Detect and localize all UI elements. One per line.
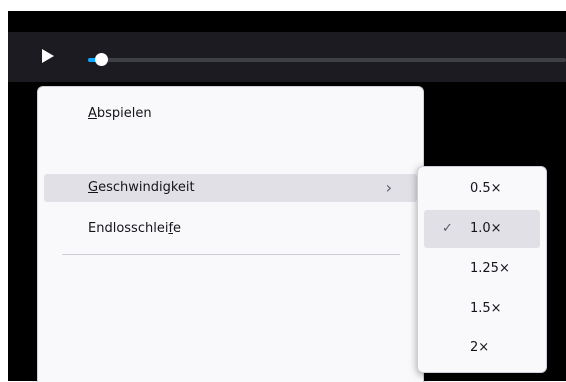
- speed-submenu: 0.5× ✓ 1.0× 1.25× 1.5× 2×: [417, 166, 547, 373]
- menu-item-label: Endlosschleife: [88, 221, 182, 236]
- video-controls-bar: [8, 32, 566, 82]
- menu-separator: [62, 254, 400, 255]
- speed-option-label: 1.0×: [470, 221, 502, 236]
- speed-option-0-5[interactable]: 0.5×: [424, 170, 540, 208]
- chevron-right-icon: ›: [385, 178, 392, 197]
- play-icon[interactable]: [42, 49, 54, 63]
- speed-option-label: 0.5×: [470, 181, 502, 196]
- seek-track[interactable]: [88, 58, 566, 62]
- seek-thumb[interactable]: [95, 53, 108, 66]
- speed-option-1-25[interactable]: 1.25×: [424, 250, 540, 288]
- speed-option-label: 1.25×: [470, 261, 510, 276]
- speed-option-label: 2×: [470, 340, 490, 355]
- context-menu: Abspielen Geschwindigkeit › Endlosschlei…: [37, 86, 424, 382]
- menu-item-abspielen[interactable]: Abspielen: [44, 100, 417, 128]
- speed-option-label: 1.5×: [470, 301, 502, 316]
- menu-item-geschwindigkeit[interactable]: Geschwindigkeit ›: [44, 174, 417, 202]
- menu-item-label: Abspielen: [88, 106, 152, 121]
- menu-item-label: Geschwindigkeit: [88, 180, 195, 195]
- speed-option-2[interactable]: 2×: [424, 329, 540, 367]
- menu-item-endlosschleife[interactable]: Endlosschleife: [44, 215, 417, 243]
- speed-option-1-5[interactable]: 1.5×: [424, 290, 540, 328]
- checkmark-icon: ✓: [442, 221, 453, 236]
- speed-option-1-0[interactable]: ✓ 1.0×: [424, 210, 540, 248]
